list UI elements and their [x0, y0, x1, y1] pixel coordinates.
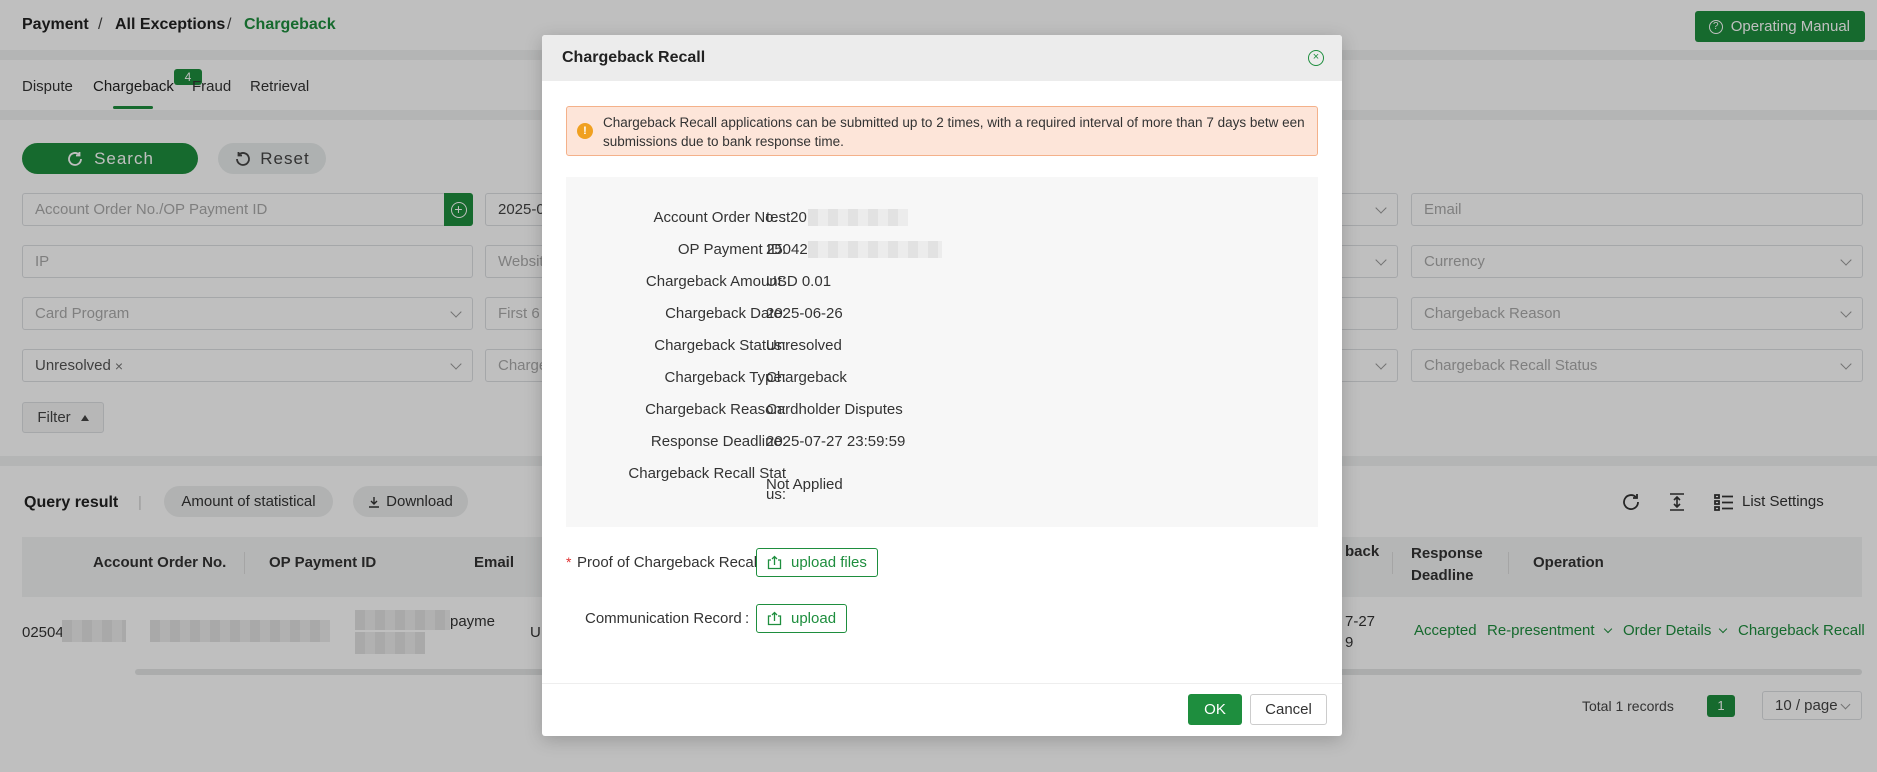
warning-alert: ! Chargeback Recall applications can be …	[566, 106, 1318, 156]
field-value: 2025-06-26	[766, 305, 843, 322]
field-label: Chargeback Date:	[665, 305, 786, 322]
ok-button[interactable]: OK	[1188, 694, 1242, 725]
dialog-title: Chargeback Recall	[562, 49, 706, 66]
upload-icon	[767, 555, 782, 570]
field-label: Account Order No. :	[653, 209, 786, 226]
field-value: Unresolved	[766, 337, 842, 354]
upload-icon	[767, 611, 782, 626]
communication-record-label: Communication Record	[585, 610, 742, 627]
field-label: OP Payment ID:	[677, 241, 786, 258]
recall-status-value: Not Applied	[766, 476, 843, 493]
field-value: USD 0.01	[766, 273, 832, 290]
cancel-button[interactable]: Cancel	[1250, 694, 1327, 725]
upload-button[interactable]: upload	[756, 604, 848, 633]
footer-divider	[542, 683, 1342, 684]
close-icon[interactable]: ×	[1308, 50, 1324, 66]
redacted-block	[808, 241, 942, 258]
field-value: test20	[766, 209, 807, 226]
recall-status-label-cont: us:	[765, 486, 786, 503]
field-value: Chargeback	[766, 369, 847, 386]
warning-text: Chargeback Recall applications can be su…	[603, 115, 1305, 149]
field-value: Cardholder Disputes	[766, 401, 903, 418]
field-label: Response Deadline:	[650, 433, 786, 450]
field-label: Chargeback Reason:	[645, 401, 786, 418]
chargeback-recall-dialog: Chargeback Recall × ! Chargeback Recall …	[542, 35, 1342, 736]
required-marker: *	[566, 554, 572, 570]
colon: :	[745, 610, 750, 627]
warning-icon: !	[577, 123, 593, 139]
field-label: Chargeback Type:	[664, 369, 786, 386]
recall-status-label: Chargeback Recall Stat	[628, 465, 786, 482]
field-label: Chargeback Amount:	[645, 273, 786, 290]
field-value: 25042	[766, 241, 808, 258]
field-label: Chargeback Status:	[654, 337, 786, 354]
upload-files-button[interactable]: upload files	[756, 548, 878, 577]
redacted-block	[808, 209, 908, 226]
field-value: 2025-07-27 23:59:59	[766, 433, 906, 450]
proof-label: Proof of Chargeback Recall	[577, 554, 761, 571]
